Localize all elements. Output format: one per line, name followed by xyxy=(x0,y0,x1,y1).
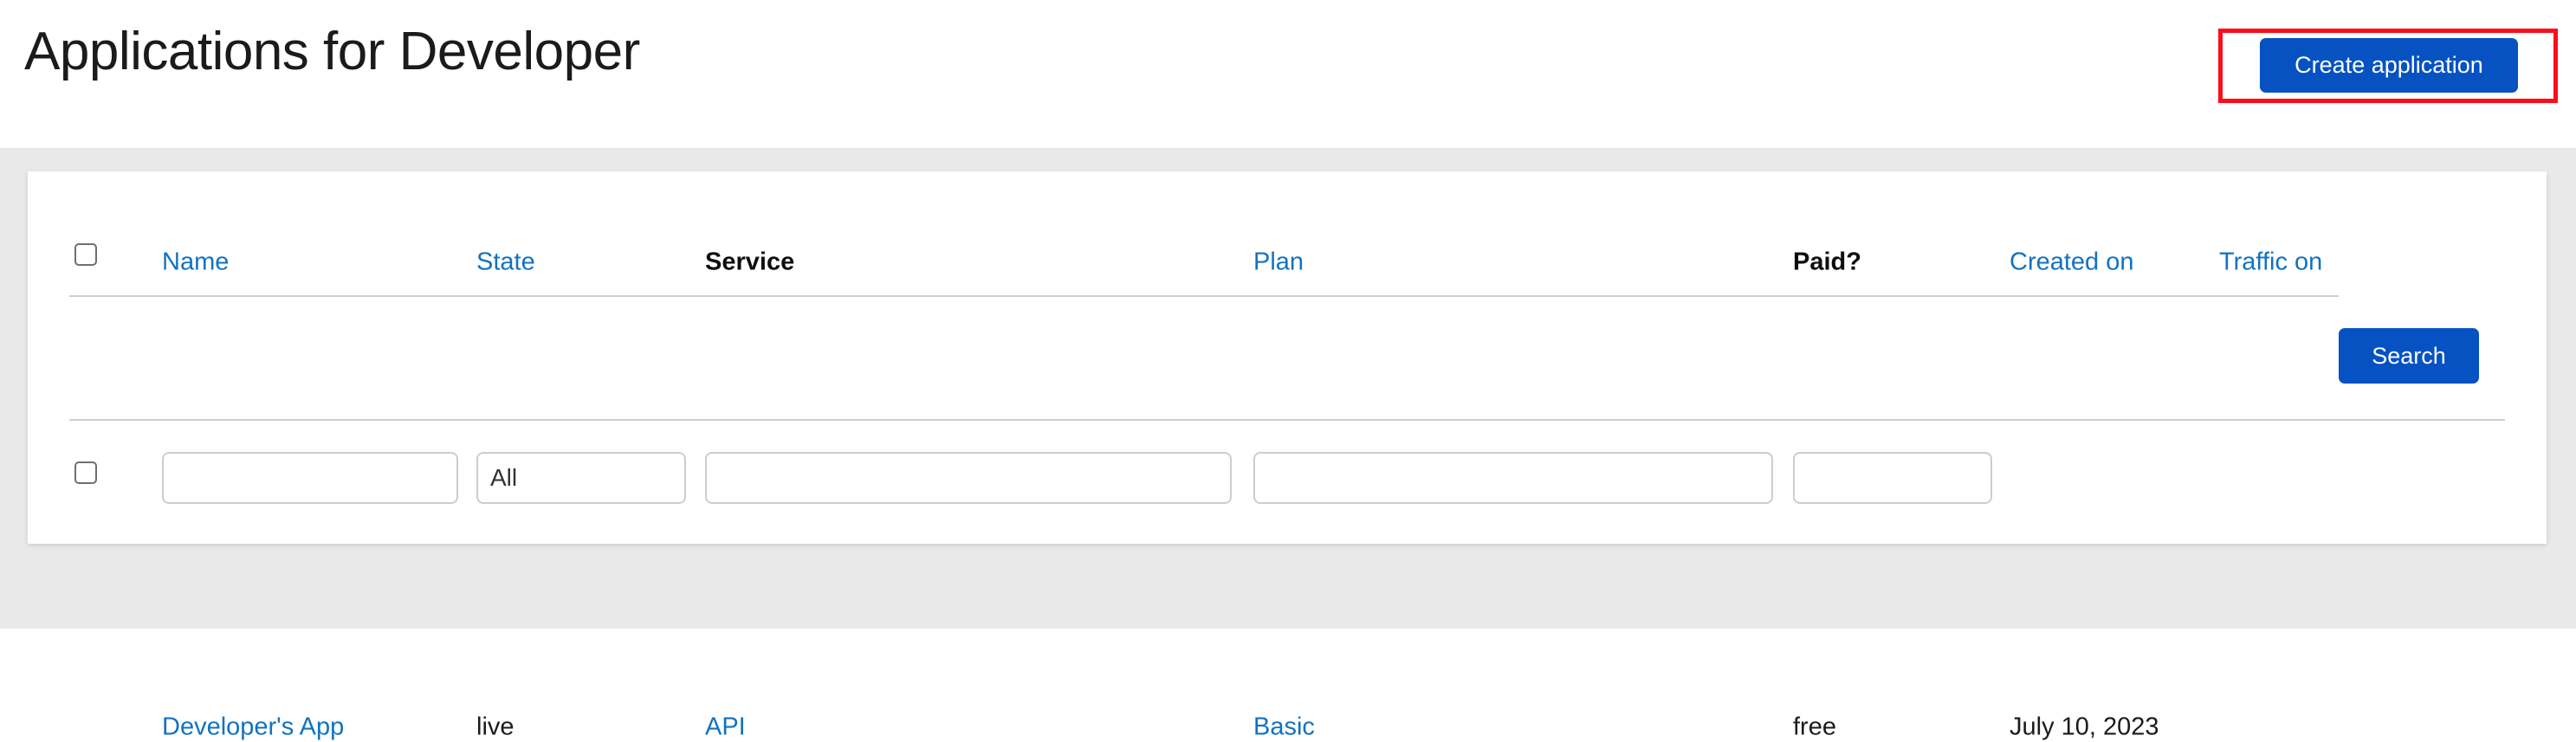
row-created-on-value: July 10, 2023 xyxy=(2010,713,2159,741)
table-row: Developer's App live API Basic free July… xyxy=(28,419,2547,741)
table-filter-row xyxy=(28,295,2547,504)
row-service-link[interactable]: API xyxy=(705,713,746,742)
column-header-plan[interactable]: Plan xyxy=(1253,248,1304,277)
column-header-created-on[interactable]: Created on xyxy=(2010,248,2134,277)
applications-card: Name State Service Plan Paid? Created on… xyxy=(28,171,2547,741)
select-all-checkbox[interactable] xyxy=(74,243,97,266)
create-application-button[interactable]: Create application xyxy=(2260,38,2518,93)
column-header-paid[interactable]: Paid? xyxy=(1793,248,1861,277)
row-paid-value: free xyxy=(1793,713,1836,741)
column-header-service[interactable]: Service xyxy=(705,248,794,277)
row-state-value: live xyxy=(476,713,515,741)
row-name-link[interactable]: Developer's App xyxy=(162,713,344,742)
page-header: Applications for Developer Create applic… xyxy=(0,0,2576,149)
search-button[interactable]: Search xyxy=(2339,328,2479,384)
table-header-row: Name State Service Plan Paid? Created on… xyxy=(28,171,2547,295)
row-select-checkbox[interactable] xyxy=(74,461,97,484)
column-header-name[interactable]: Name xyxy=(162,248,229,277)
column-header-traffic-on[interactable]: Traffic on xyxy=(2219,248,2322,277)
applications-table: Name State Service Plan Paid? Created on… xyxy=(28,171,2547,741)
page-title: Applications for Developer xyxy=(24,22,640,81)
column-header-state[interactable]: State xyxy=(476,248,535,277)
row-plan-link[interactable]: Basic xyxy=(1253,713,1315,742)
